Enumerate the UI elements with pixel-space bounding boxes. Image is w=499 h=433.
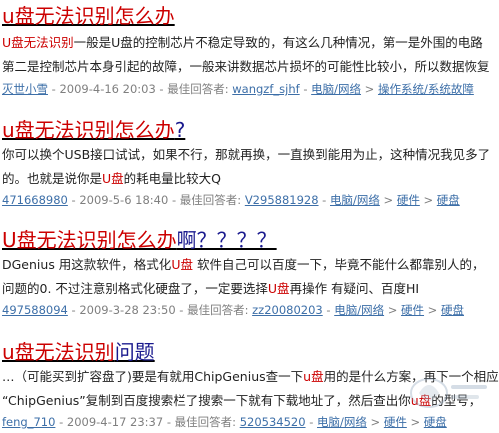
snippet-text: 一般是U盘的控制芯片不稳定导致的，有这么几种情况，第一是外围的电路 [73,35,483,50]
meta-date: - 2009-5-6 18:40 - 最佳回答者: [67,193,245,207]
result-title-link[interactable]: U盘无法识别怎么办啊？？？？ [2,226,277,254]
meta-separator: - [322,303,335,317]
result-meta: 471668980 - 2009-5-6 18:40 - 最佳回答者: V295… [2,193,499,208]
title-rest: 啊？？？？ [176,228,277,252]
meta-separator: > [379,193,397,207]
answerer-link[interactable]: zz20080203 [252,303,323,317]
snippet-highlight: u盘 [410,393,432,408]
result-snippet-line: 的。也就是说你是U盘的耗电量比较大Q [2,170,499,187]
snippet-text: 的。也就是说你是 [2,171,103,186]
snippet-text: 的型号， [431,393,482,408]
result-snippet-line: 你可以换个USB接口试试，如果不行，那就再换，一直换到能用为止，这种情况我见多了 [2,146,499,163]
title-highlight: u盘无法识别 [2,340,115,364]
snippet-highlight: u盘 [303,369,324,384]
category-link[interactable]: 电脑/网络 [317,415,367,429]
subcategory-link[interactable]: 硬盘 [437,193,460,207]
subcategory-link[interactable]: 操作系统/系统故障 [378,82,474,96]
meta-separator: - [318,193,330,207]
subcategory-link[interactable]: 硬件 [384,415,407,429]
result-snippet-line: U盘无法识别一般是U盘的控制芯片不稳定导致的，有这么几种情况，第一是外围的电路 [2,34,499,51]
result-snippet-line: 第二是控制芯片本身引起的故障，一般来讲数据芯片损坏的可能性比较小，所以数据恢复 [2,58,499,75]
meta-separator: - [299,82,312,96]
meta-date: - 2009-4-16 20:03 - 最佳回答者: [48,82,233,96]
snippet-text: 你可以换个USB接口试试，如果不行，那就再换，一直换到能用为止，这种情况我见多了 [2,147,491,162]
snippet-text: 用的是什么方案，再下一个相应 [323,369,499,384]
subcategory-link[interactable]: 硬盘 [441,303,464,317]
subcategory-link[interactable]: 硬件 [397,193,420,207]
snippet-text: 软件自己可以百度一下，毕竟不能什么都靠别人的， [192,257,485,272]
result-meta: 灭世小雪 - 2009-4-16 20:03 - 最佳回答者: wangzf_s… [2,82,499,97]
asker-link[interactable]: feng_710 [2,415,55,429]
snippet-text: “ChipGenius”复制到百度搜索栏了搜索一下就有下载地址了，然后查出你 [2,393,411,408]
meta-date: - 2009-4-17 23:37 - 最佳回答者: [55,415,240,429]
asker-link[interactable]: 471668980 [2,193,68,207]
answerer-link[interactable]: wangzf_sjhf [232,82,299,96]
asker-link[interactable]: 灭世小雪 [2,82,48,96]
meta-separator: > [366,415,384,429]
meta-separator: > [406,415,424,429]
meta-separator: - [305,415,318,429]
result-title-link[interactable]: u盘无法识别怎么办? [2,116,185,144]
snippet-highlight: U盘无法识别 [2,35,74,50]
title-rest: 问题 [114,340,155,364]
snippet-text: 再操作 有疑问、百度HI [289,281,420,296]
snippet-highlight: U盘 [102,171,124,186]
subcategory-link[interactable]: 硬盘 [424,415,447,429]
result-meta: 497588094 - 2009-3-28 23:50 - 最佳回答者: zz2… [2,303,499,318]
result-snippet-line: 问题的0. 不过注意别格式化硬盘了，一定要选择U盘再操作 有疑问、百度HI [2,280,499,297]
answerer-link[interactable]: 520534520 [240,415,306,429]
meta-separator: > [384,303,402,317]
snippet-text: 第二是控制芯片本身引起的故障，一般来讲数据芯片损坏的可能性比较小，所以数据恢复 [2,59,490,74]
title-highlight: u盘无法识别怎么办 [2,4,175,28]
answerer-link[interactable]: V295881928 [245,193,319,207]
result-meta: feng_710 - 2009-4-17 23:37 - 最佳回答者: 5205… [2,415,499,430]
result-snippet-line: …（可能买到扩容盘了)要是有就用ChipGenius查一下u盘用的是什么方案，再… [2,368,499,385]
snippet-highlight: U盘 [267,281,290,296]
snippet-text: 的耗电量比较大Q [123,171,222,186]
snippet-text: …（可能买到扩容盘了)要是有就用ChipGenius查一下 [2,369,304,384]
result-snippet-line: “ChipGenius”复制到百度搜索栏了搜索一下就有下载地址了，然后查出你u盘… [2,392,499,409]
title-highlight: U盘无法识别怎么办 [2,228,177,252]
result-title-link[interactable]: u盘无法识别怎么办 [2,2,175,30]
snippet-text: DGenius 用这款软件，格式化 [2,257,172,272]
meta-separator: > [361,82,378,96]
category-link[interactable]: 电脑/网络 [330,193,380,207]
result-title-link[interactable]: u盘无法识别问题 [2,338,155,366]
category-link[interactable]: 电脑/网络 [334,303,384,317]
category-link[interactable]: 电脑/网络 [311,82,361,96]
meta-date: - 2009-3-28 23:50 - 最佳回答者: [67,303,253,317]
snippet-highlight: U盘 [171,257,193,272]
meta-separator: > [424,303,441,317]
title-highlight: u盘无法识别怎么办 [2,118,175,142]
subcategory-link[interactable]: 硬件 [401,303,424,317]
asker-link[interactable]: 497588094 [2,303,68,317]
title-rest: ? [174,118,186,142]
meta-separator: > [419,193,437,207]
result-snippet-line: DGenius 用这款软件，格式化U盘 软件自己可以百度一下，毕竟不能什么都靠别… [2,256,499,273]
snippet-text: 问题的0. 不过注意别格式化硬盘了，一定要选择 [2,281,268,296]
